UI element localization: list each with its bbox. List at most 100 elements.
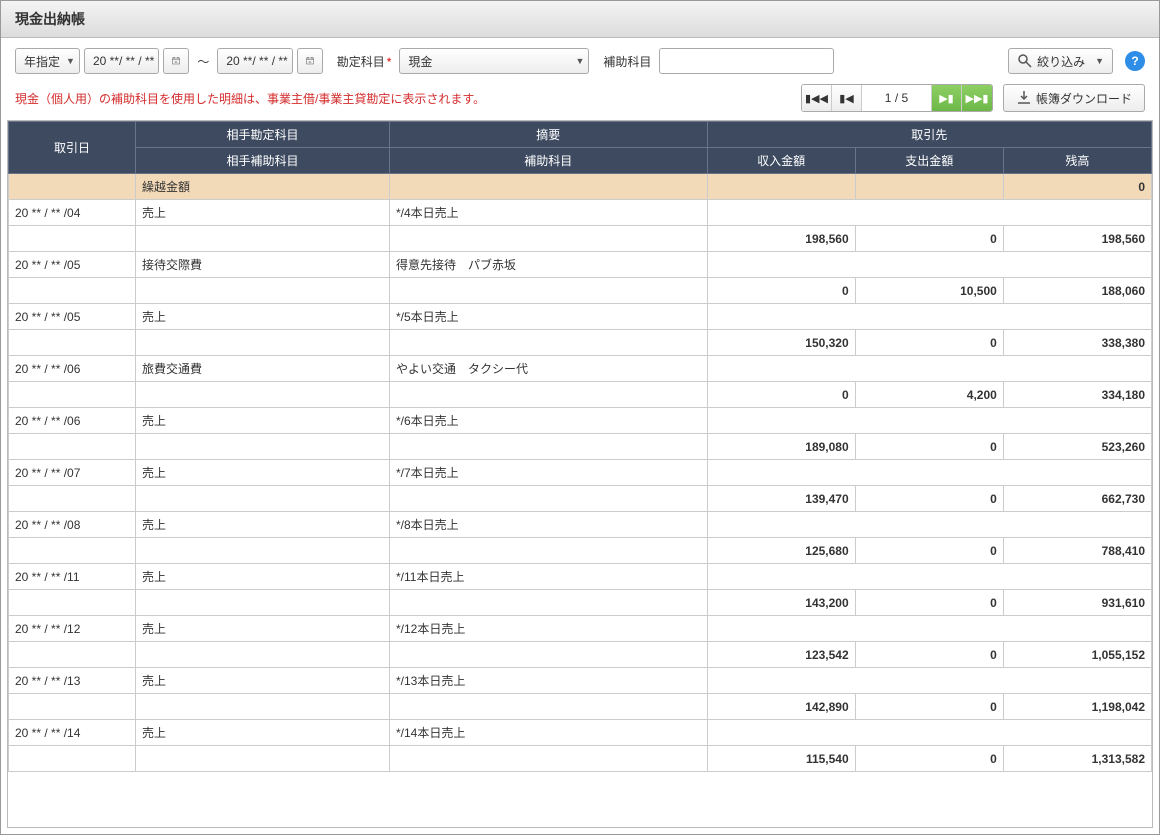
cell-sub-desc (390, 434, 708, 460)
cell-income: 143,200 (707, 590, 855, 616)
cell-sub-desc (390, 538, 708, 564)
sub-toolbar: 現金（個人用）の補助科目を使用した明細は、事業主借/事業主貸勘定に表示されます。… (1, 80, 1159, 120)
table-row[interactable]: 20 ** / ** /05売上*/5本日売上 (9, 304, 1152, 330)
table-row[interactable]: 20 ** / ** /06売上*/6本日売上 (9, 408, 1152, 434)
cell-party (707, 408, 1152, 434)
table-row-sub[interactable]: 189,0800523,260 (9, 434, 1152, 460)
date-from-input[interactable]: 20 **/ ** / ** (84, 48, 159, 74)
cell-sub-desc (390, 746, 708, 772)
cell-expense: 0 (855, 642, 1003, 668)
filter-button[interactable]: 絞り込み ▼ (1008, 48, 1113, 74)
sub-account-input[interactable] (659, 48, 834, 74)
cell-account: 売上 (136, 720, 390, 746)
cell-expense: 0 (855, 434, 1003, 460)
cell-expense: 0 (855, 226, 1003, 252)
table-row-sub[interactable]: 198,5600198,560 (9, 226, 1152, 252)
table-row[interactable]: 20 ** / ** /05接待交際費得意先接待 パブ赤坂 (9, 252, 1152, 278)
pager-first[interactable]: ▮◀◀ (802, 85, 832, 111)
cell-account: 旅費交通費 (136, 356, 390, 382)
cell-empty (9, 330, 136, 356)
chevron-down-icon: ▼ (1095, 56, 1104, 66)
cell-party (707, 200, 1152, 226)
cell-party (707, 720, 1152, 746)
cell-date: 20 ** / ** /06 (9, 408, 136, 434)
table-row-sub[interactable]: 04,200334,180 (9, 382, 1152, 408)
cell-party (707, 512, 1152, 538)
cell-desc: */8本日売上 (390, 512, 708, 538)
th-desc: 摘要 (390, 122, 708, 148)
cell-balance: 662,730 (1003, 486, 1151, 512)
table-row-sub[interactable]: 142,89001,198,042 (9, 694, 1152, 720)
cell-desc: */13本日売上 (390, 668, 708, 694)
chevron-down-icon: ▼ (66, 56, 75, 66)
cell-sub-desc (390, 278, 708, 304)
cell-income: 189,080 (707, 434, 855, 460)
cell-party (707, 252, 1152, 278)
table-row[interactable]: 20 ** / ** /13売上*/13本日売上 (9, 668, 1152, 694)
th-date: 取引日 (9, 122, 136, 174)
pager-next[interactable]: ▶▮ (932, 85, 962, 111)
carry-forward-row: 繰越金額 0 (9, 174, 1152, 200)
cell-balance: 188,060 (1003, 278, 1151, 304)
cell-expense: 0 (855, 694, 1003, 720)
cell-empty (9, 486, 136, 512)
cell-sub-desc (390, 330, 708, 356)
cell-empty (9, 434, 136, 460)
ledger-table-wrap[interactable]: 取引日 相手勘定科目 摘要 取引先 相手補助科目 補助科目 収入金額 支出金額 … (7, 120, 1153, 828)
cell-sub-desc (390, 590, 708, 616)
calendar-from-button[interactable]: 31 (163, 48, 189, 74)
cell-desc: やよい交通 タクシー代 (390, 356, 708, 382)
pager-last[interactable]: ▶▶▮ (962, 85, 992, 111)
cell-desc: */11本日売上 (390, 564, 708, 590)
date-to-value: 20 **/ ** / ** (226, 54, 287, 68)
cell-desc: */12本日売上 (390, 616, 708, 642)
download-button[interactable]: 帳簿ダウンロード (1003, 84, 1145, 112)
table-row-sub[interactable]: 143,2000931,610 (9, 590, 1152, 616)
cell-sub-account (136, 278, 390, 304)
cell-sub-desc (390, 642, 708, 668)
table-row-sub[interactable]: 115,54001,313,582 (9, 746, 1152, 772)
cell-party (707, 668, 1152, 694)
cell-income: 0 (707, 382, 855, 408)
calendar-to-button[interactable]: 31 (297, 48, 323, 74)
cell-date: 20 ** / ** /14 (9, 720, 136, 746)
cell-account: 接待交際費 (136, 252, 390, 278)
cell-expense: 0 (855, 486, 1003, 512)
ledger-table: 取引日 相手勘定科目 摘要 取引先 相手補助科目 補助科目 収入金額 支出金額 … (8, 121, 1152, 772)
cell-expense: 0 (855, 590, 1003, 616)
cell-date: 20 ** / ** /05 (9, 252, 136, 278)
table-row-sub[interactable]: 150,3200338,380 (9, 330, 1152, 356)
account-value: 現金 (408, 53, 432, 70)
cell-sub-account (136, 694, 390, 720)
year-mode-value: 年指定 (24, 53, 60, 70)
cell-sub-account (136, 382, 390, 408)
date-to-input[interactable]: 20 **/ ** / ** (217, 48, 292, 74)
table-row[interactable]: 20 ** / ** /11売上*/11本日売上 (9, 564, 1152, 590)
table-row[interactable]: 20 ** / ** /07売上*/7本日売上 (9, 460, 1152, 486)
pager-prev[interactable]: ▮◀ (832, 85, 862, 111)
table-row[interactable]: 20 ** / ** /06旅費交通費やよい交通 タクシー代 (9, 356, 1152, 382)
filter-label: 絞り込み (1037, 53, 1085, 70)
account-select[interactable]: 現金 ▼ (399, 48, 589, 74)
year-mode-select[interactable]: 年指定 ▼ (15, 48, 80, 74)
cell-account: 売上 (136, 564, 390, 590)
help-button[interactable]: ? (1125, 51, 1145, 71)
table-row-sub[interactable]: 125,6800788,410 (9, 538, 1152, 564)
table-row-sub[interactable]: 010,500188,060 (9, 278, 1152, 304)
table-row[interactable]: 20 ** / ** /04売上*/4本日売上 (9, 200, 1152, 226)
table-row[interactable]: 20 ** / ** /08売上*/8本日売上 (9, 512, 1152, 538)
account-label: 勘定科目* (337, 53, 392, 70)
cell-party (707, 564, 1152, 590)
table-row[interactable]: 20 ** / ** /12売上*/12本日売上 (9, 616, 1152, 642)
table-row-sub[interactable]: 123,54201,055,152 (9, 642, 1152, 668)
table-row[interactable]: 20 ** / ** /14売上*/14本日売上 (9, 720, 1152, 746)
cell-expense: 4,200 (855, 382, 1003, 408)
date-from-value: 20 **/ ** / ** (93, 54, 154, 68)
cell-empty (9, 226, 136, 252)
cell-balance: 523,260 (1003, 434, 1151, 460)
cell-date: 20 ** / ** /13 (9, 668, 136, 694)
pager-status: 1 / 5 (862, 85, 932, 111)
cell-account: 売上 (136, 408, 390, 434)
table-row-sub[interactable]: 139,4700662,730 (9, 486, 1152, 512)
cell-balance: 788,410 (1003, 538, 1151, 564)
